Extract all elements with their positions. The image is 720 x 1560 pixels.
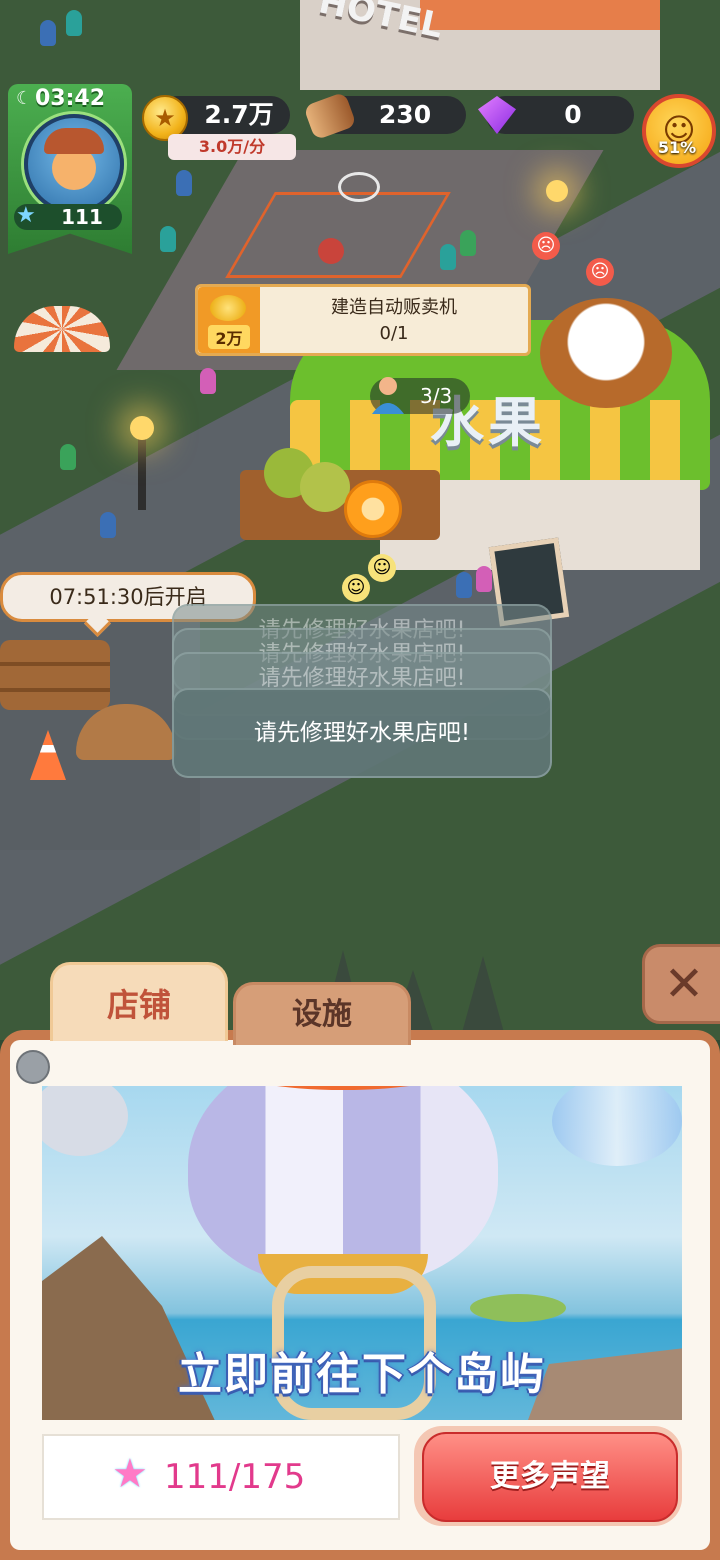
villager [440, 244, 456, 270]
task-cost: 2万 [208, 325, 250, 349]
reputation-display: ★ 111/175 [42, 1434, 400, 1520]
tab-shops[interactable]: 店铺 [50, 962, 228, 1041]
task-reward-area: 2万 [198, 287, 260, 353]
star-icon: ★ [16, 203, 36, 228]
villager [40, 20, 56, 46]
task-progress: 0/1 [379, 323, 409, 344]
close-button[interactable]: ✕ [642, 944, 720, 1024]
hotel-roof [420, 0, 660, 30]
tree [460, 956, 506, 1040]
island [470, 1294, 566, 1322]
villager [100, 512, 116, 538]
angry-face-icon: ☹ [532, 232, 560, 260]
more-reputation-button-face: 更多声望 [422, 1432, 678, 1522]
apple [300, 462, 350, 512]
street-lamp-light [130, 416, 154, 440]
more-reputation-label: 更多声望 [490, 1459, 610, 1494]
pin-icon [16, 1050, 50, 1084]
angry-face-icon: ☹ [586, 258, 614, 286]
gem-amount: 0 [564, 100, 582, 129]
tab-facilities-label: 设施 [292, 997, 352, 1032]
hot-air-balloon-distant [42, 1086, 128, 1156]
player-badge[interactable]: ☾ 03:42 ★ 111 [8, 84, 132, 254]
worker-count: 3/3 [420, 384, 453, 408]
coconut-decoration [540, 298, 672, 408]
basketball [318, 238, 344, 264]
happy-face-icon: ☺ [368, 554, 396, 582]
next-island-banner[interactable]: 立即前往下个岛屿 [42, 1086, 682, 1420]
basketball-hoop [338, 172, 380, 202]
worker-count-badge: 3/3 [370, 377, 470, 414]
person-icon [372, 377, 404, 414]
street-lamp-light-2 [546, 180, 568, 202]
more-reputation-button[interactable]: 更多声望 [414, 1426, 682, 1526]
hot-air-balloon-distant [552, 1086, 682, 1166]
coin-stack-icon [210, 295, 246, 321]
villager [176, 170, 192, 196]
orange-slice [344, 480, 402, 538]
tab-facilities[interactable]: 设施 [233, 982, 411, 1045]
toast-text: 请先修理好水果店吧! [253, 720, 471, 746]
rainbow-star-icon: ★ [112, 1451, 148, 1497]
coin-rate: 3.0万/分 [168, 134, 296, 160]
reputation-value: 111/175 [164, 1457, 306, 1497]
wood-amount: 230 [378, 100, 432, 129]
villager [460, 230, 476, 256]
session-timer: 03:42 [34, 86, 106, 111]
villager [200, 368, 216, 394]
villager [476, 566, 492, 592]
tab-shops-label: 店铺 [106, 986, 171, 1024]
build-task-banner[interactable]: 2万 建造自动贩卖机 0/1 [195, 284, 531, 356]
banner-caption: 立即前往下个岛屿 [178, 1349, 546, 1400]
villager [160, 226, 176, 252]
task-title: 建造自动贩卖机 [331, 297, 457, 318]
toast-message: 请先修理好水果店吧! [172, 688, 552, 778]
player-avatar[interactable] [24, 114, 124, 214]
villager [456, 572, 472, 598]
player-level: 111 [61, 205, 103, 229]
close-icon: ✕ [663, 956, 705, 1012]
happy-face-icon: ☺ [342, 574, 370, 602]
happiness-badge[interactable]: ☺ 51% [638, 94, 716, 184]
avatar-hat [44, 128, 104, 154]
happiness-percent: 51% [657, 138, 697, 157]
villager [66, 10, 82, 36]
log-pile [0, 640, 110, 710]
villager [60, 444, 76, 470]
coin-amount: 2.7万 [204, 100, 274, 129]
